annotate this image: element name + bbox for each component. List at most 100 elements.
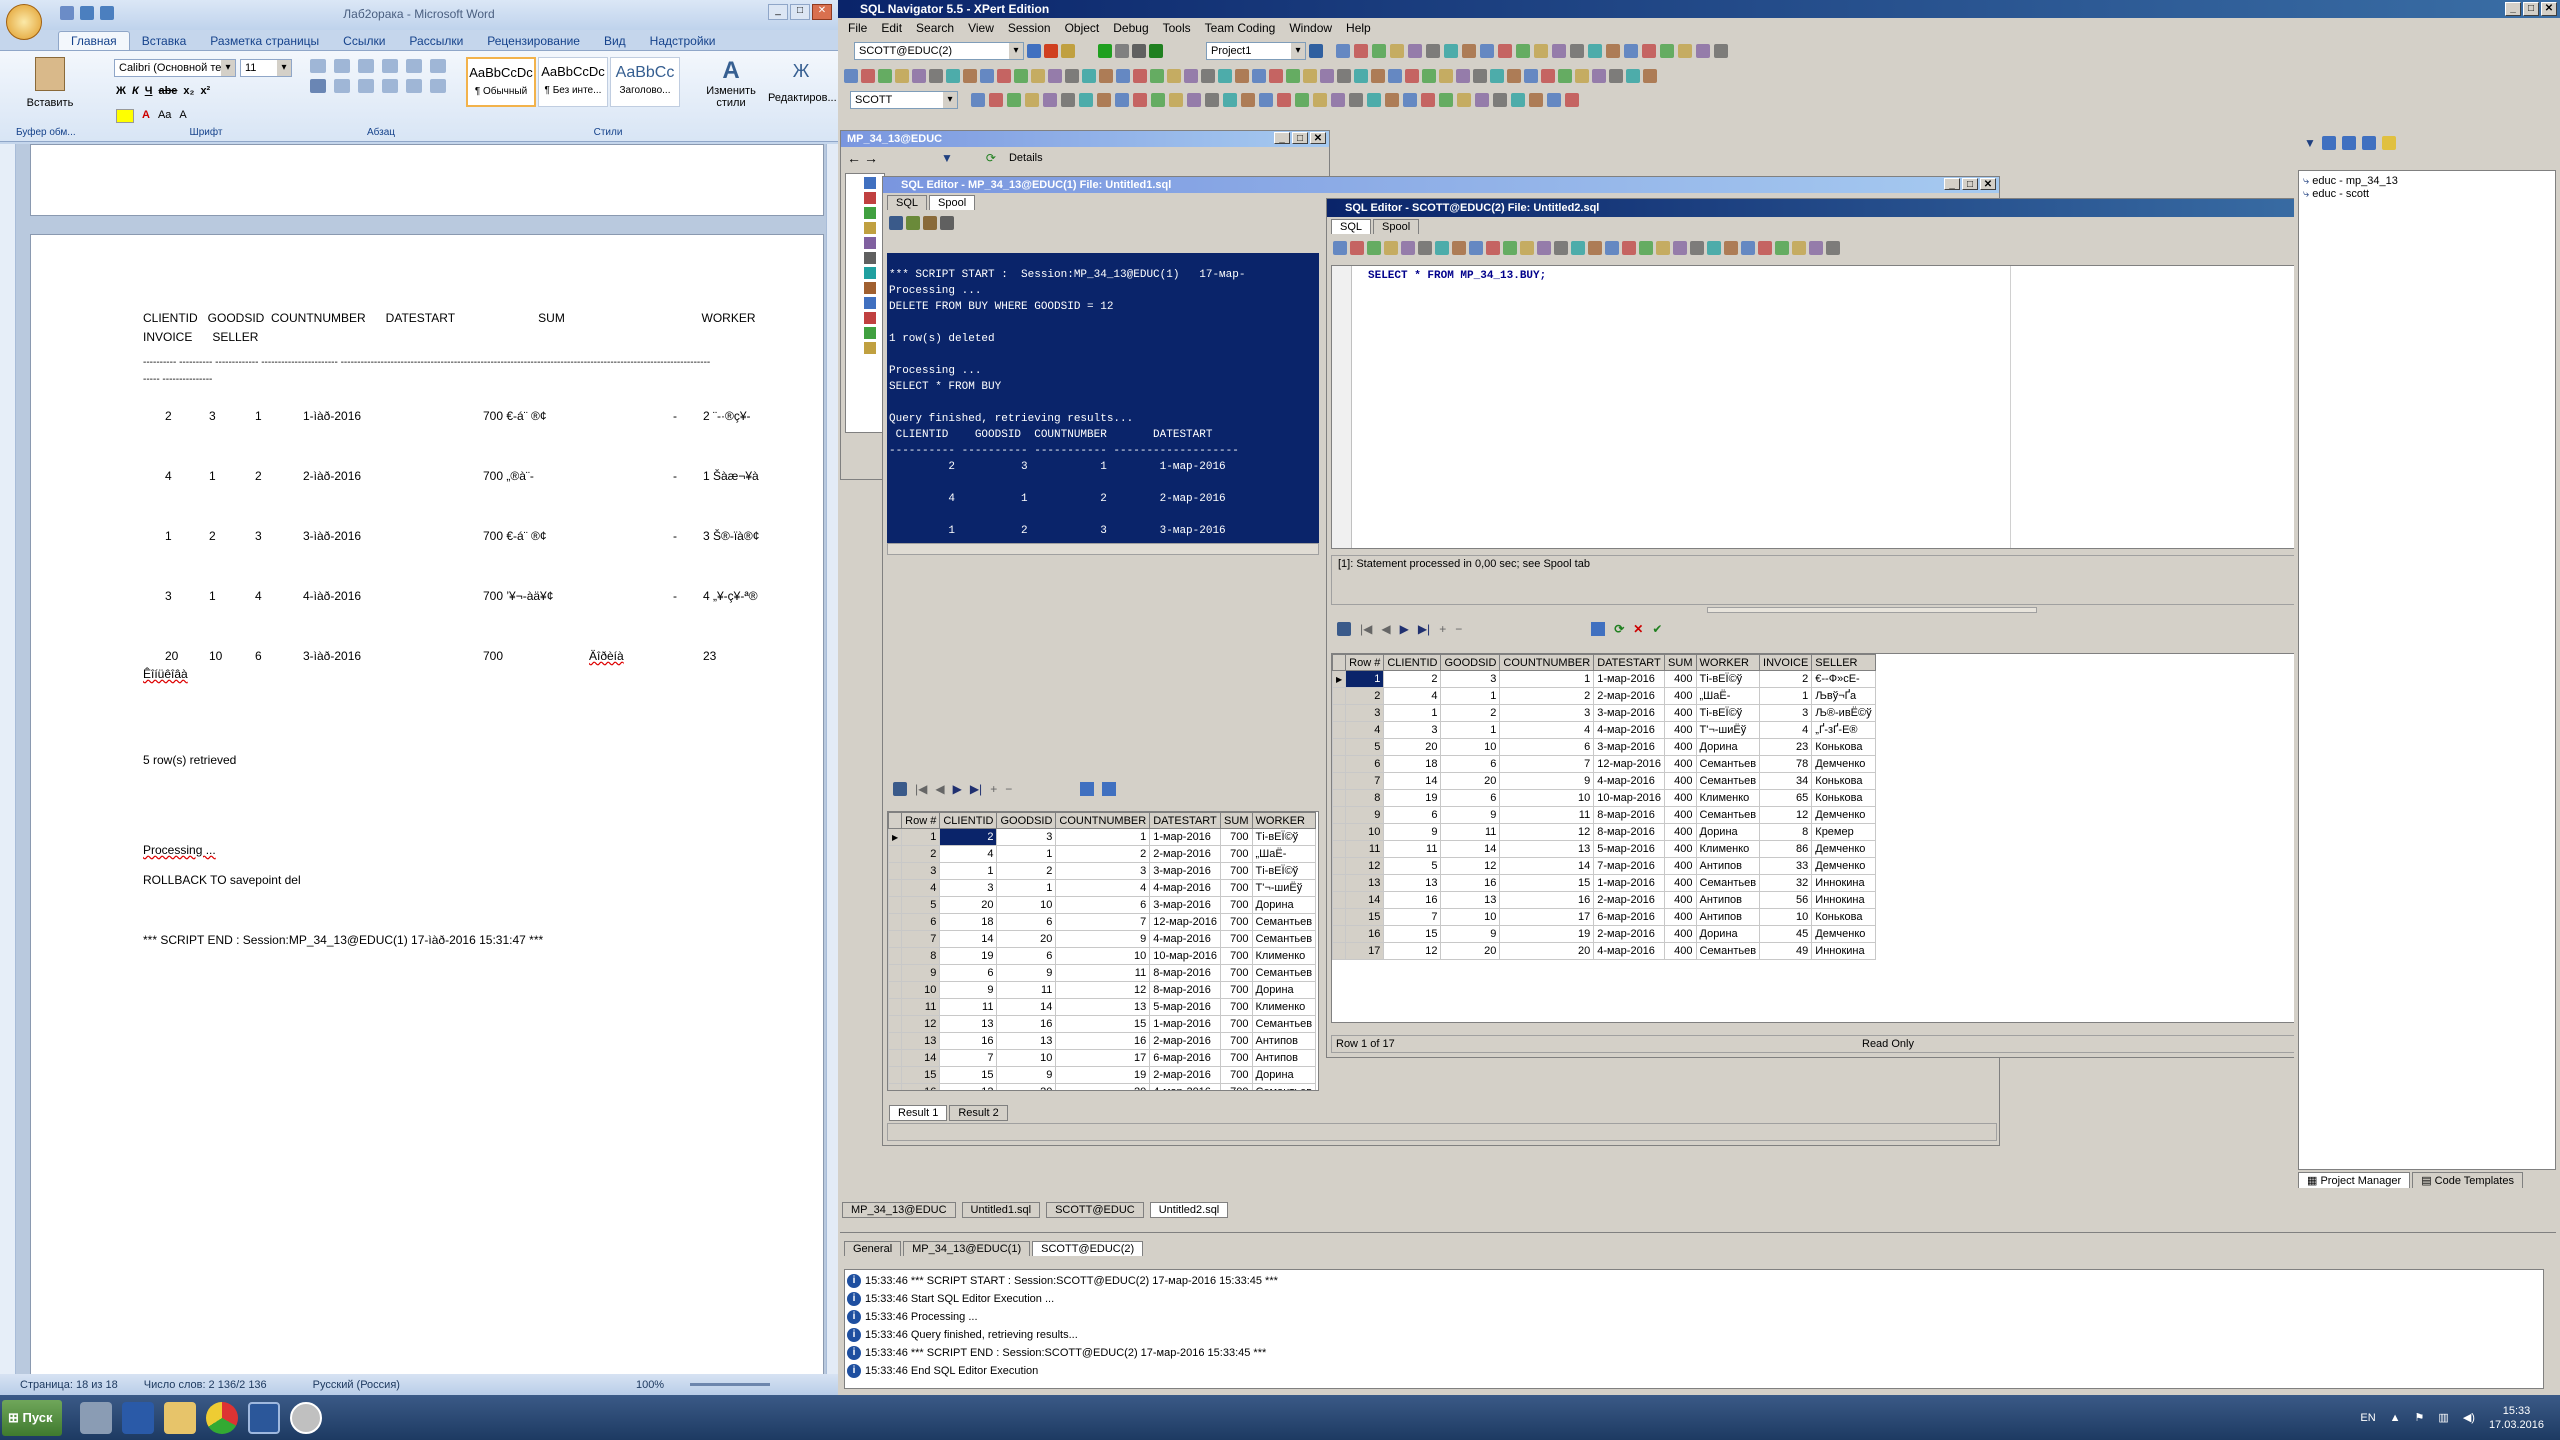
tree-node-icon[interactable] xyxy=(864,267,876,279)
table-cell[interactable]: 7 xyxy=(1055,913,1151,931)
table-row[interactable]: 13 16 13 16 2-мар-2016 700 Антипов xyxy=(888,1032,1317,1050)
tree-node-icon[interactable] xyxy=(864,342,876,354)
table-cell[interactable]: 6-мар-2016 xyxy=(1149,1049,1222,1067)
table-cell[interactable]: 13 xyxy=(939,1015,998,1033)
refresh-icon[interactable]: ⟳ xyxy=(1614,622,1624,636)
save-icon[interactable] xyxy=(893,782,907,796)
table-cell[interactable]: 19 xyxy=(1499,925,1595,943)
maximize-button[interactable]: □ xyxy=(1962,178,1978,190)
menu-item[interactable]: Object xyxy=(1065,21,1100,35)
tab-sql[interactable]: SQL xyxy=(887,195,928,210)
list-view-icon[interactable] xyxy=(2321,136,2336,150)
secondary-tool-icon[interactable] xyxy=(1133,69,1147,83)
close-button[interactable]: ✕ xyxy=(812,4,832,20)
table-cell[interactable]: 1-мар-2016 xyxy=(1593,874,1666,892)
table-cell[interactable]: 2 xyxy=(939,828,998,846)
row-indicator[interactable] xyxy=(888,964,903,982)
table-cell[interactable]: Т'¬-шиЁў xyxy=(1251,879,1317,897)
row-indicator[interactable] xyxy=(888,1066,903,1084)
minimize-button[interactable]: _ xyxy=(1274,132,1290,144)
main-tool-icon[interactable] xyxy=(1570,44,1584,58)
table-cell[interactable]: Конькова xyxy=(1811,772,1876,790)
table-cell[interactable]: 3-мар-2016 xyxy=(1149,896,1222,914)
editor-tool-icon[interactable] xyxy=(1384,241,1398,255)
row-indicator[interactable] xyxy=(1332,789,1347,807)
first-record-icon[interactable]: |◀ xyxy=(1360,622,1372,636)
row-indicator[interactable] xyxy=(1332,857,1347,875)
window-tab[interactable]: Untitled1.sql xyxy=(961,1202,1041,1218)
session-combo[interactable]: SCOTT@EDUC(2) xyxy=(854,42,1024,60)
minimize-button[interactable]: _ xyxy=(1944,178,1960,190)
align-center-icon[interactable] xyxy=(334,79,350,93)
project-icon[interactable] xyxy=(1309,44,1323,58)
table-cell[interactable]: 20 xyxy=(996,930,1057,948)
secondary-tool-icon[interactable] xyxy=(1405,69,1419,83)
secondary-tool-icon[interactable] xyxy=(1235,69,1249,83)
table-cell[interactable]: Ті-вЕЇ©ў xyxy=(1695,670,1761,688)
table-cell[interactable]: 10-мар-2016 xyxy=(1149,947,1222,965)
table-cell[interactable]: 5 xyxy=(1383,857,1442,875)
table-cell[interactable]: 3 xyxy=(1759,704,1813,722)
table-cell[interactable]: 10 xyxy=(901,981,941,999)
table-cell[interactable]: 2 xyxy=(1499,687,1595,705)
close-button[interactable]: ✕ xyxy=(1980,178,1996,190)
table-cell[interactable]: 4 xyxy=(1759,721,1813,739)
row-indicator[interactable] xyxy=(888,1015,903,1033)
table-cell[interactable]: Семантьев xyxy=(1695,942,1761,960)
editor-tool-icon[interactable] xyxy=(1741,241,1755,255)
main-tool-icon[interactable] xyxy=(1714,44,1728,58)
folder-icon[interactable] xyxy=(2381,136,2396,150)
table-cell[interactable]: 3 xyxy=(901,862,941,880)
server-app-icon[interactable] xyxy=(80,1401,112,1434)
table-cell[interactable]: 400 xyxy=(1664,891,1697,909)
table-cell[interactable]: 3-мар-2016 xyxy=(1593,704,1666,722)
table-cell[interactable]: €--Ф»сЕ- xyxy=(1811,670,1876,688)
table-cell[interactable]: 9 xyxy=(996,1066,1057,1084)
tab-output-general[interactable]: General xyxy=(844,1241,902,1256)
next-record-icon[interactable]: ▶ xyxy=(1400,622,1409,636)
table-cell[interactable]: 16 xyxy=(1055,1032,1151,1050)
run-icon[interactable] xyxy=(1098,44,1112,58)
delete-record-icon[interactable]: − xyxy=(1005,782,1012,796)
menu-item[interactable]: Window xyxy=(1289,21,1332,35)
table-cell[interactable]: Клименко xyxy=(1251,998,1317,1016)
tree-node-icon[interactable] xyxy=(864,297,876,309)
table-cell[interactable]: Дорина xyxy=(1251,896,1317,914)
table-row[interactable]: 2 4 1 2 2-мар-2016 400 „ШаЁ- 1 Љвў¬Ґа xyxy=(1332,687,1876,705)
maximize-button[interactable]: □ xyxy=(1292,132,1308,144)
table-cell[interactable]: 3 xyxy=(1499,704,1595,722)
table-cell[interactable]: Конькова xyxy=(1811,908,1876,926)
explorer-app-icon[interactable] xyxy=(164,1401,196,1434)
tree-node-icon[interactable] xyxy=(864,192,876,204)
menu-item[interactable]: Search xyxy=(916,21,954,35)
table-row[interactable]: 14 16 13 16 2-мар-2016 400 Антипов 56 Иннокина xyxy=(1332,891,1876,909)
table-cell[interactable]: 2-мар-2016 xyxy=(1593,687,1666,705)
schema-tool-icon[interactable] xyxy=(1187,93,1201,107)
log-entry[interactable]: i 15:33:46 Processing ... xyxy=(847,1308,2541,1326)
secondary-tool-icon[interactable] xyxy=(1592,69,1606,83)
schema-tool-icon[interactable] xyxy=(1115,93,1129,107)
tree-item[interactable]: ⤷ educ - scott xyxy=(2303,188,2551,201)
table-cell[interactable]: 400 xyxy=(1664,755,1697,773)
column-header[interactable]: DATESTART xyxy=(1149,812,1222,829)
table-cell[interactable]: 17 xyxy=(1345,942,1385,960)
table-cell[interactable]: Дорина xyxy=(1251,981,1317,999)
back-icon[interactable]: ← xyxy=(847,150,861,166)
editor-tool-icon[interactable] xyxy=(1690,241,1704,255)
table-cell[interactable]: 400 xyxy=(1664,738,1697,756)
table-cell[interactable]: 400 xyxy=(1664,857,1697,875)
table-cell[interactable]: 700 xyxy=(1220,879,1253,897)
editor-tool-icon[interactable] xyxy=(1605,241,1619,255)
editor-tool-icon[interactable] xyxy=(1724,241,1738,255)
tree-node-icon[interactable] xyxy=(864,252,876,264)
schema-tool-icon[interactable] xyxy=(1025,93,1039,107)
schema-tool-icon[interactable] xyxy=(1511,93,1525,107)
table-cell[interactable]: 7 xyxy=(1499,755,1595,773)
office-button[interactable] xyxy=(6,4,42,40)
delete-record-icon[interactable]: − xyxy=(1455,622,1462,636)
table-cell[interactable]: 15 xyxy=(939,1066,998,1084)
table-cell[interactable]: 6 xyxy=(1055,896,1151,914)
table-cell[interactable]: 15 xyxy=(1345,908,1385,926)
editor-tool-icon[interactable] xyxy=(1792,241,1806,255)
schema-tool-icon[interactable] xyxy=(1295,93,1309,107)
